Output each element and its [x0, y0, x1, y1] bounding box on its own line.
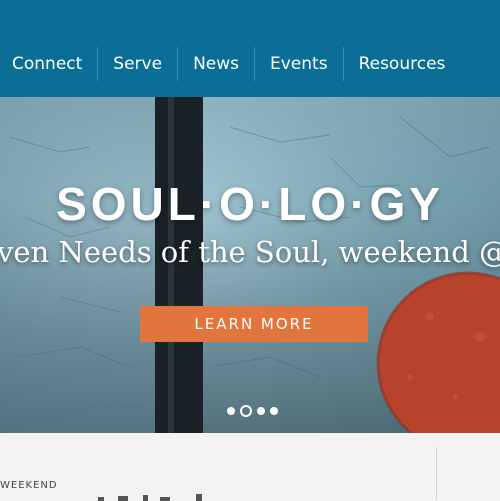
content-section: WEEKEND [0, 433, 500, 501]
nav-item-events[interactable]: Events [255, 47, 344, 81]
nav-item-resources[interactable]: Resources [344, 47, 461, 81]
learn-more-button[interactable]: LEARN MORE [140, 306, 368, 342]
carousel-dot-1[interactable] [227, 407, 235, 415]
hero-title: SOUL·O·LO·GY [56, 178, 444, 230]
hero-carousel: SOUL·O·LO·GY ven Needs of the Soul, week… [0, 97, 500, 433]
hero-subtitle: ven Needs of the Soul, weekend @ [0, 235, 500, 269]
nav-item-serve[interactable]: Serve [98, 47, 179, 81]
top-navigation-bar: Connect Serve News Events Resources [0, 0, 500, 97]
carousel-pagination [227, 405, 278, 417]
nav-item-connect[interactable]: Connect [0, 47, 99, 81]
section-eyebrow: WEEKEND [0, 480, 58, 491]
carousel-dot-3[interactable] [257, 407, 265, 415]
carousel-dot-2-active[interactable] [240, 405, 252, 417]
column-divider [436, 447, 437, 500]
nav-item-news[interactable]: News [178, 47, 255, 81]
nav-menu: Connect Serve News Events Resources [0, 47, 460, 81]
carousel-dot-4[interactable] [270, 407, 278, 415]
